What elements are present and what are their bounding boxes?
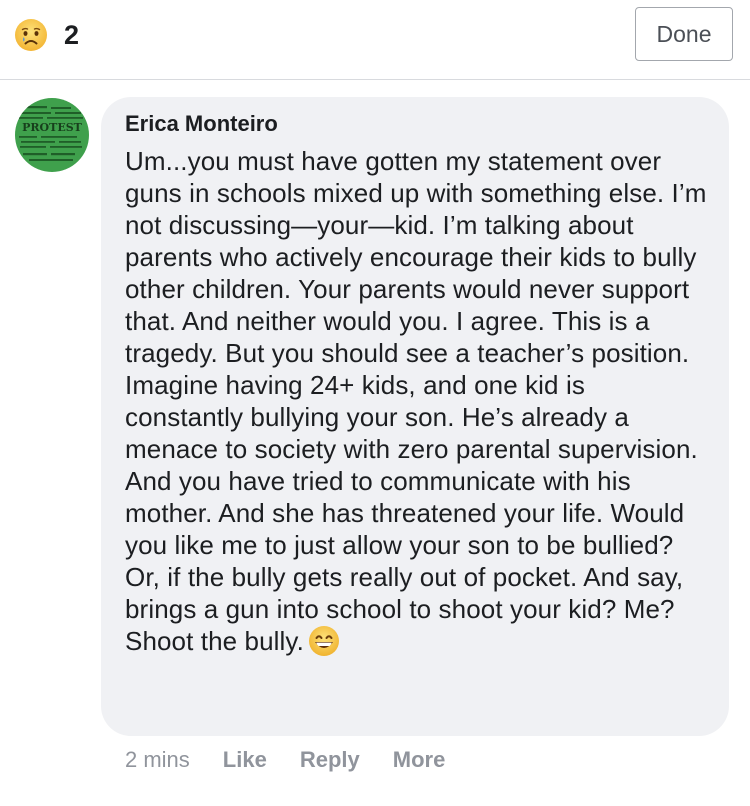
- comment-bubble: Erica Monteiro Um...you must have gotten…: [101, 97, 729, 736]
- like-button[interactable]: Like: [223, 744, 267, 776]
- sad-face-icon: [15, 19, 47, 51]
- reaction-count: 2: [64, 20, 80, 50]
- comment-actions: 2 mins Like Reply More: [125, 744, 445, 776]
- done-button[interactable]: Done: [635, 7, 733, 61]
- comment-body: Um...you must have gotten my statement o…: [125, 145, 707, 657]
- more-button[interactable]: More: [393, 744, 446, 776]
- comment-author[interactable]: Erica Monteiro: [125, 109, 707, 139]
- reaction-summary[interactable]: 2: [14, 18, 79, 52]
- comment-text: Um...you must have gotten my statement o…: [125, 146, 707, 656]
- avatar[interactable]: PROTEST: [15, 98, 89, 172]
- avatar-text: PROTEST: [22, 121, 83, 134]
- grinning-face-icon: [308, 626, 339, 656]
- reply-button[interactable]: Reply: [300, 744, 360, 776]
- comment-timestamp[interactable]: 2 mins: [125, 744, 190, 776]
- reactions-header: 2 Done: [0, 0, 750, 80]
